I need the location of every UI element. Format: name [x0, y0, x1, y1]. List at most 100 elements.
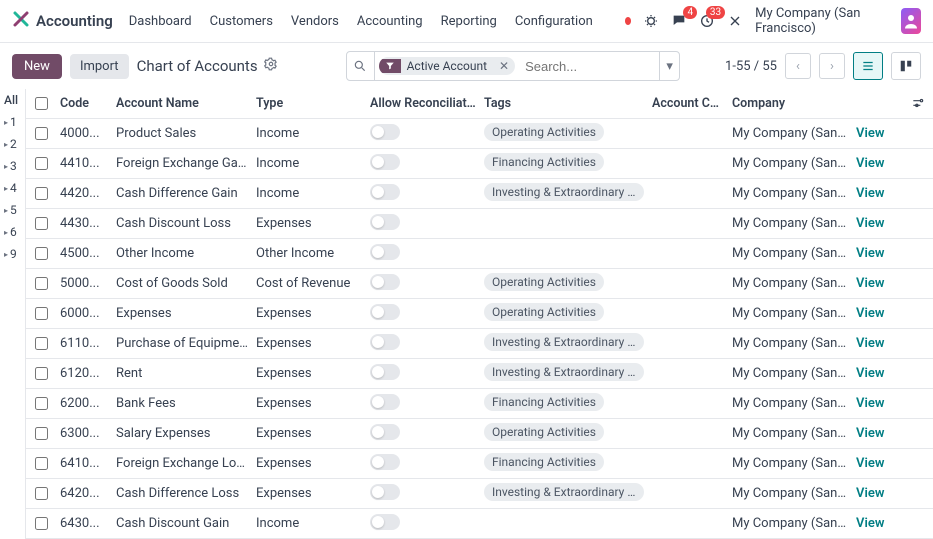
row-checkbox[interactable] — [35, 127, 48, 140]
reconcile-toggle[interactable] — [370, 244, 400, 260]
table-row[interactable]: 6430...Cash Discount GainIncomeMy Compan… — [26, 509, 933, 539]
reconcile-toggle[interactable] — [370, 454, 400, 470]
col-tags[interactable]: Tags — [480, 96, 648, 111]
view-link[interactable]: View — [856, 216, 884, 231]
list-view-button[interactable] — [853, 52, 883, 80]
view-link[interactable]: View — [856, 126, 884, 141]
col-code[interactable]: Code — [56, 96, 112, 111]
col-company[interactable]: Company — [728, 96, 852, 111]
menu-reporting[interactable]: Reporting — [441, 14, 497, 29]
debug-icon[interactable] — [643, 13, 659, 29]
reconcile-toggle[interactable] — [370, 394, 400, 410]
row-checkbox[interactable] — [35, 307, 48, 320]
view-link[interactable]: View — [856, 156, 884, 171]
cell-tags: Financing Activities — [480, 453, 648, 475]
view-link[interactable]: View — [856, 306, 884, 321]
menu-configuration[interactable]: Configuration — [515, 14, 593, 29]
view-link[interactable]: View — [856, 426, 884, 441]
menu-customers[interactable]: Customers — [210, 14, 273, 29]
row-checkbox[interactable] — [35, 247, 48, 260]
view-link[interactable]: View — [856, 486, 884, 501]
reconcile-toggle[interactable] — [370, 184, 400, 200]
view-link[interactable]: View — [856, 456, 884, 471]
row-checkbox[interactable] — [35, 367, 48, 380]
sidebar-item-3[interactable]: ▸3 — [0, 155, 25, 177]
pager-label[interactable]: 1-55 / 55 — [725, 59, 777, 74]
view-link[interactable]: View — [856, 186, 884, 201]
row-checkbox[interactable] — [35, 487, 48, 500]
sidebar-item-5[interactable]: ▸5 — [0, 199, 25, 221]
reconcile-toggle[interactable] — [370, 514, 400, 530]
column-options-icon[interactable] — [911, 96, 925, 114]
select-all-checkbox[interactable] — [35, 97, 48, 110]
sidebar-item-2[interactable]: ▸2 — [0, 133, 25, 155]
menu-vendors[interactable]: Vendors — [291, 14, 339, 29]
col-currency[interactable]: Account Curren... — [648, 96, 728, 111]
reconcile-toggle[interactable] — [370, 154, 400, 170]
table-row[interactable]: 4410...Foreign Exchange GainIncomeFinanc… — [26, 149, 933, 179]
activities-icon[interactable]: 33 — [699, 13, 715, 29]
menu-dashboard[interactable]: Dashboard — [129, 14, 192, 29]
company-selector[interactable]: My Company (San Francisco) — [755, 6, 888, 36]
import-button[interactable]: Import — [70, 54, 129, 79]
menu-accounting[interactable]: Accounting — [357, 14, 423, 29]
table-row[interactable]: 6410...Foreign Exchange LossExpensesFina… — [26, 449, 933, 479]
row-checkbox[interactable] — [35, 427, 48, 440]
table-row[interactable]: 6110...Purchase of EquipmentsExpensesInv… — [26, 329, 933, 359]
row-checkbox[interactable] — [35, 457, 48, 470]
view-link[interactable]: View — [856, 276, 884, 291]
reconcile-toggle[interactable] — [370, 484, 400, 500]
user-avatar[interactable] — [901, 8, 921, 34]
reconcile-toggle[interactable] — [370, 424, 400, 440]
cell-company: My Company (San Franci... — [728, 336, 852, 351]
search-icon[interactable] — [347, 52, 375, 80]
filter-chip-remove-icon[interactable]: ✕ — [493, 59, 515, 73]
kanban-view-button[interactable] — [891, 52, 921, 80]
row-checkbox[interactable] — [35, 277, 48, 290]
pager-next-button[interactable]: › — [819, 53, 845, 79]
reconcile-toggle[interactable] — [370, 304, 400, 320]
row-checkbox[interactable] — [35, 187, 48, 200]
col-reconcile[interactable]: Allow Reconciliati... — [366, 96, 480, 111]
new-button[interactable]: New — [12, 54, 62, 79]
col-name[interactable]: Account Name — [112, 96, 252, 111]
table-row[interactable]: 4000...Product SalesIncomeOperating Acti… — [26, 119, 933, 149]
view-link[interactable]: View — [856, 336, 884, 351]
gear-icon[interactable] — [264, 57, 278, 75]
reconcile-toggle[interactable] — [370, 334, 400, 350]
row-checkbox[interactable] — [35, 157, 48, 170]
table-row[interactable]: 6300...Salary ExpensesExpensesOperating … — [26, 419, 933, 449]
view-link[interactable]: View — [856, 516, 884, 531]
sidebar-item-9[interactable]: ▸9 — [0, 243, 25, 265]
tools-icon[interactable] — [727, 13, 743, 29]
table-row[interactable]: 6000...ExpensesExpensesOperating Activit… — [26, 299, 933, 329]
row-checkbox[interactable] — [35, 397, 48, 410]
app-brand[interactable]: Accounting — [12, 10, 113, 32]
view-link[interactable]: View — [856, 246, 884, 261]
table-row[interactable]: 4420...Cash Difference GainIncomeInvesti… — [26, 179, 933, 209]
table-row[interactable]: 4430...Cash Discount LossExpensesMy Comp… — [26, 209, 933, 239]
search-dropdown-icon[interactable]: ▾ — [659, 52, 679, 80]
table-row[interactable]: 4500...Other IncomeOther IncomeMy Compan… — [26, 239, 933, 269]
row-checkbox[interactable] — [35, 517, 48, 530]
row-checkbox[interactable] — [35, 337, 48, 350]
sidebar-item-1[interactable]: ▸1 — [0, 111, 25, 133]
table-row[interactable]: 6120...RentExpensesInvesting & Extraordi… — [26, 359, 933, 389]
reconcile-toggle[interactable] — [370, 364, 400, 380]
reconcile-toggle[interactable] — [370, 124, 400, 140]
pager-prev-button[interactable]: ‹ — [785, 53, 811, 79]
sidebar-all[interactable]: All — [0, 89, 25, 111]
sidebar-item-6[interactable]: ▸6 — [0, 221, 25, 243]
view-link[interactable]: View — [856, 366, 884, 381]
messages-icon[interactable]: 4 — [671, 13, 687, 29]
sidebar-item-4[interactable]: ▸4 — [0, 177, 25, 199]
table-row[interactable]: 5000...Cost of Goods SoldCost of Revenue… — [26, 269, 933, 299]
reconcile-toggle[interactable] — [370, 214, 400, 230]
view-link[interactable]: View — [856, 396, 884, 411]
search-input[interactable] — [519, 59, 659, 74]
reconcile-toggle[interactable] — [370, 274, 400, 290]
table-row[interactable]: 6420...Cash Difference LossExpensesInves… — [26, 479, 933, 509]
table-row[interactable]: 6200...Bank FeesExpensesFinancing Activi… — [26, 389, 933, 419]
col-type[interactable]: Type — [252, 96, 366, 111]
row-checkbox[interactable] — [35, 217, 48, 230]
